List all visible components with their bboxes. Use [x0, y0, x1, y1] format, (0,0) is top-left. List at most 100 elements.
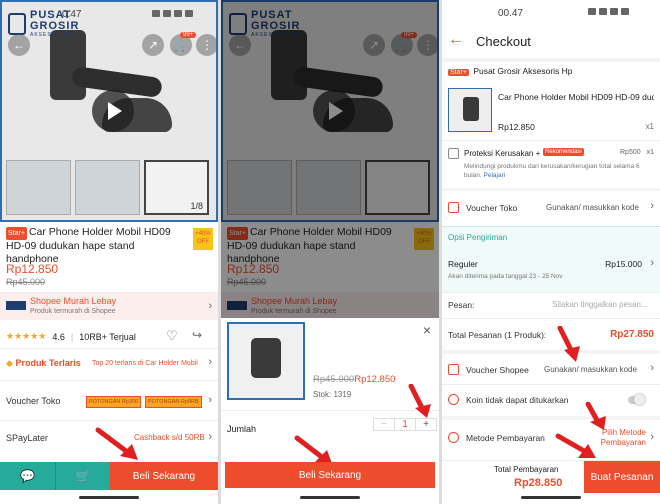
logo-mark-icon — [8, 13, 26, 35]
protection-price: Rp500 — [620, 149, 641, 156]
chevron-right-icon: › — [208, 356, 212, 368]
best-product-label: Produk Terlaris — [15, 358, 81, 368]
message-input[interactable]: Silakan tinggalkan pesan... — [552, 300, 648, 309]
divider — [0, 380, 218, 381]
spaylater-label: SPayLater — [6, 433, 49, 443]
star-plus-badge: Star+ — [6, 227, 27, 240]
back-arrow-icon[interactable]: ← — [8, 34, 30, 56]
payment-icon — [448, 432, 459, 443]
voucher-toko-input[interactable]: Gunakan/ masukkan kode — [546, 203, 639, 212]
image-counter: 1/8 — [190, 201, 203, 211]
back-arrow-icon[interactable]: ← — [448, 31, 464, 49]
page-title: Checkout — [476, 34, 531, 49]
share-icon[interactable]: ↪ — [192, 328, 202, 342]
home-indicator[interactable] — [300, 496, 360, 499]
chat-icon: 💬 — [20, 469, 35, 483]
chevron-right-icon: › — [208, 394, 212, 406]
voucher-shopee-label: Voucher Shopee — [466, 365, 529, 375]
add-to-cart-button[interactable]: 🛒 — [55, 462, 110, 490]
status-time: 00.47 — [498, 8, 524, 19]
shipping-header: Opsi Pengiriman — [448, 233, 508, 242]
product-title-text: Car Phone Holder Mobil HD09 HD-09 duduka… — [6, 226, 171, 265]
holder-shape — [463, 97, 479, 121]
divider — [0, 348, 218, 349]
shipping-section[interactable]: Opsi Pengiriman Reguler Rp15.000 › Akan … — [442, 226, 660, 292]
shipping-eta: Akan diterima pada tanggal 23 - 25 Nov — [448, 273, 563, 280]
red-arrow-annotation — [95, 427, 138, 460]
dim-overlay[interactable] — [221, 0, 439, 320]
sheet-price-row: Rp45.000Rp12.850 — [313, 374, 395, 385]
cart-badge: 99+ — [180, 32, 197, 38]
status-time: 0.47 — [62, 9, 82, 20]
chevron-right-icon: › — [650, 362, 654, 374]
close-icon[interactable]: × — [423, 322, 431, 338]
protection-desc: Melindungi produkmu dari kerusakan/kerug… — [464, 162, 654, 180]
divider — [442, 318, 660, 319]
chevron-right-icon: › — [208, 300, 212, 312]
status-icons — [152, 10, 193, 17]
chevron-right-icon: › — [208, 431, 212, 443]
learn-more-link[interactable]: Pelajari — [484, 172, 506, 179]
thumbnail-strip: 1/8 — [6, 160, 209, 215]
system-nav-bar — [0, 490, 218, 504]
sheet-product-image — [227, 322, 305, 400]
plus-button[interactable]: + — [416, 419, 436, 430]
quantity-sheet: Rp45.000Rp12.850 Stok: 1319 × Jumlah − 1… — [221, 318, 439, 504]
checkout-bottom-bar: Total Pembayaran Rp28.850 Buat Pesanan — [442, 460, 660, 493]
buy-now-button[interactable]: Beli Sekarang — [225, 462, 435, 488]
checkout-item-qty: x1 — [645, 122, 654, 131]
protection-checkbox[interactable] — [448, 148, 459, 159]
red-arrow-annotation — [585, 402, 606, 430]
voucher-tag[interactable]: POTONGAN Rp9RB — [145, 396, 202, 408]
red-arrow-annotation — [555, 433, 596, 458]
bottom-action-bar: 💬 🛒 Beli Sekarang — [0, 462, 218, 490]
place-order-button[interactable]: Buat Pesanan — [584, 461, 660, 493]
voucher-icon — [448, 202, 459, 213]
checkout-screen: 00.47 ← Checkout Star+ Pusat Grosir Akse… — [442, 0, 660, 504]
sheet-price: Rp12.850 — [354, 374, 396, 385]
checkout-item-price: Rp12.850 — [498, 122, 535, 132]
product-image[interactable]: PUSAT GROSIR AKSESORIS HP 0.47 ← ↗ 🛒 99+… — [0, 0, 218, 222]
thumbnail[interactable] — [75, 160, 140, 215]
protection-qty: x1 — [646, 149, 654, 156]
red-arrow-annotation — [408, 384, 431, 418]
cart-icon: 🛒 — [75, 469, 91, 483]
best-product-detail: Top 20 terlaris di Car Holder Mobil — [92, 360, 198, 367]
recommended-badge: Rekomendasi — [543, 148, 584, 156]
voucher-shopee-input[interactable]: Gunakan/ masukkan kode — [544, 365, 637, 374]
divider — [0, 420, 218, 421]
promo-name: Shopee Murah Lebay — [30, 296, 117, 306]
home-indicator[interactable] — [521, 496, 581, 499]
share-icon[interactable]: ↗ — [142, 34, 164, 56]
promo-strip[interactable]: Shopee Murah Lebay Produk termurah di Sh… — [0, 292, 218, 320]
product-price: Rp12.850 — [6, 262, 59, 276]
logo-line2: GROSIR — [30, 20, 80, 32]
spaylater-detail: Cashback s/d 50RB — [134, 433, 205, 442]
voucher-tag[interactable]: POTONGAN Rp300 — [86, 396, 142, 408]
order-total-label: Total Pesanan (1 Produk): — [448, 330, 547, 340]
payment-label: Metode Pembayaran — [466, 433, 545, 443]
star-plus-badge: Star+ — [448, 69, 469, 76]
home-indicator[interactable] — [79, 495, 139, 499]
voucher-store-label: Voucher Toko — [6, 396, 61, 406]
product-old-price: Rp45.000 — [6, 277, 46, 287]
thumbnail[interactable] — [6, 160, 71, 215]
coin-toggle[interactable] — [628, 394, 645, 405]
chat-button[interactable]: 💬 — [0, 462, 55, 490]
status-icons — [588, 8, 629, 15]
best-product-row[interactable]: ◆ Produk Terlaris — [6, 358, 81, 369]
quantity-value[interactable]: 1 — [394, 419, 416, 430]
thumbnail-selected[interactable]: 1/8 — [144, 160, 209, 215]
heart-icon[interactable]: ♡ — [166, 328, 178, 344]
shipping-price: Rp15.000 — [605, 259, 642, 269]
rating-score: 4.6 — [52, 331, 65, 342]
play-icon[interactable] — [92, 90, 134, 132]
logo-line3: AKSESORIS HP — [30, 32, 80, 38]
chevron-right-icon: › — [650, 257, 654, 269]
more-icon[interactable]: ⋮ — [196, 34, 216, 56]
minus-button[interactable]: − — [374, 419, 394, 430]
voucher-icon — [448, 364, 459, 375]
buy-now-button[interactable]: Beli Sekarang — [110, 462, 218, 490]
pay-total-label: Total Pembayaran — [494, 465, 559, 474]
divider — [442, 384, 660, 385]
